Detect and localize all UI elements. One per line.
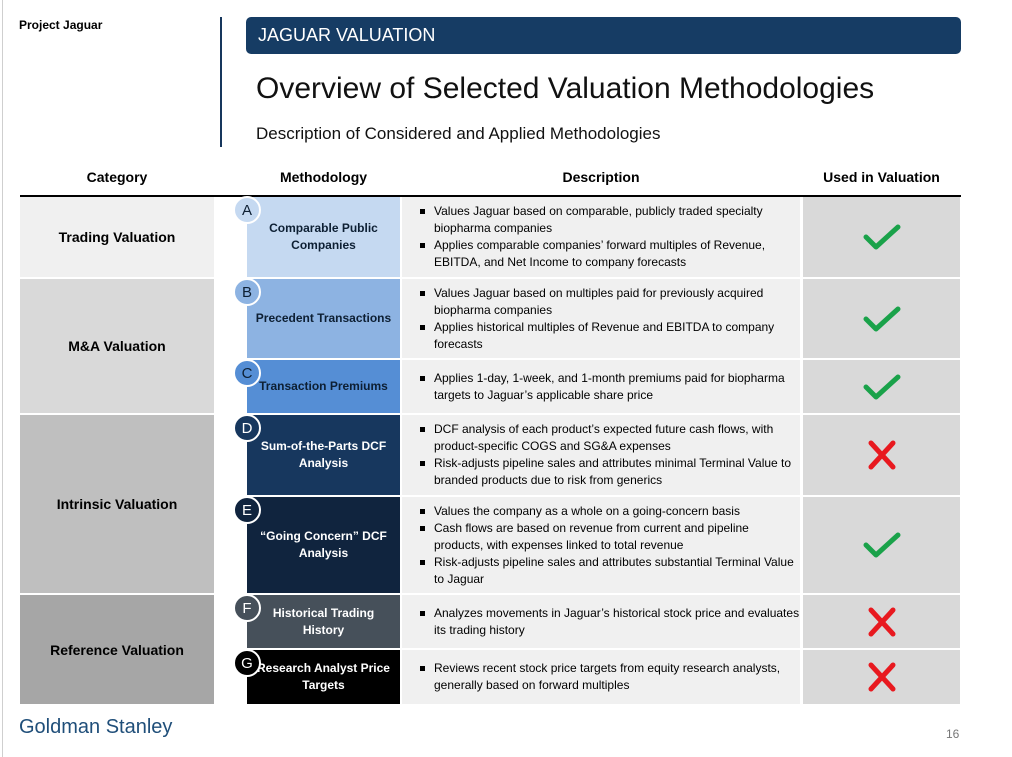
description-cell: Values Jaguar based on comparable, publi… [402,197,800,277]
column-header-category: Category [86,169,148,185]
category-cell: Reference Valuation [20,595,214,704]
description-bullet: Risk-adjusts pipeline sales and attribut… [418,455,800,489]
description-list: Applies 1-day, 1-week, and 1-month premi… [418,370,800,404]
project-label: Project Jaguar [19,18,103,32]
column-header-used: Used in Valuation [823,169,940,185]
methodology-label: Historical Trading History [272,605,375,637]
description-cell: Values Jaguar based on multiples paid fo… [402,279,800,358]
description-cell: Values the company as a whole on a going… [402,497,800,593]
methodology-letter-badge: D [233,414,261,442]
description-list: DCF analysis of each product’s expected … [418,421,800,489]
used-in-valuation-cell [803,360,960,413]
description-bullet: Cash flows are based on revenue from cur… [418,520,800,554]
cross-icon [868,440,895,470]
methodology-label: Transaction Premiums [259,379,388,393]
description-bullet: Values the company as a whole on a going… [418,503,800,520]
category-cell: Intrinsic Valuation [20,415,214,593]
page-number: 16 [946,727,960,741]
cross-icon [868,662,895,692]
category-label: Trading Valuation [58,229,176,245]
page-title: Overview of Selected Valuation Methodolo… [256,72,875,105]
used-in-valuation-cell [803,595,960,648]
methodology-label: Comparable Public Companies [269,221,378,252]
methodology-cell: C Transaction Premiums [233,359,400,413]
methodology-label: Precedent Transactions [255,311,392,325]
methodology-cell: G Research Analyst Price Targets [233,649,400,704]
category-label: Intrinsic Valuation [56,496,178,512]
category-label: Reference Valuation [50,641,184,658]
methodology-cell: F Historical Trading History [233,594,400,648]
footer-brand: Goldman Stanley [19,716,173,738]
description-list: Analyzes movements in Jaguar’s historica… [418,605,800,639]
methodology-cell: D Sum-of-the-Parts DCF Analysis [233,414,400,495]
used-in-valuation-cell [803,650,960,704]
description-bullet: Reviews recent stock price targets from … [418,660,800,694]
description-bullet: Applies comparable companies’ forward mu… [418,237,800,271]
header-divider [220,17,222,147]
description-list: Values Jaguar based on multiples paid fo… [418,285,800,353]
description-cell: Analyzes movements in Jaguar’s historica… [402,595,800,648]
methodology-cell: B Precedent Transactions [233,278,400,358]
column-header-methodology: Methodology [279,169,368,185]
description-bullet: Risk-adjusts pipeline sales and attribut… [418,554,800,588]
category-cell: M&A Valuation [20,279,214,413]
description-list: Reviews recent stock price targets from … [418,660,800,694]
methodology-letter-badge: F [233,594,261,622]
description-list: Values the company as a whole on a going… [418,503,800,588]
category-label: M&A Valuation [68,338,166,354]
description-cell: DCF analysis of each product’s expected … [402,415,800,495]
description-cell: Applies 1-day, 1-week, and 1-month premi… [402,360,800,413]
methodology-letter-badge: E [233,496,261,524]
methodology-label: Research Analyst Price Targets [257,661,390,692]
methodology-letter-badge: G [233,649,261,677]
page-subtitle: Description of Considered and Applied Me… [256,124,661,143]
column-header-description: Description [562,169,640,185]
checkmark-icon [863,306,900,331]
methodology-letter-badge: C [233,359,261,387]
section-banner: JAGUAR VALUATION [246,17,961,54]
checkmark-icon [863,374,900,399]
page-left-border [2,0,3,757]
checkmark-icon [863,224,900,250]
methodology-letter-badge: A [233,196,261,224]
used-in-valuation-cell [803,279,960,358]
description-bullet: Applies 1-day, 1-week, and 1-month premi… [418,370,800,404]
description-bullet: Values Jaguar based on comparable, publi… [418,203,800,237]
description-list: Values Jaguar based on comparable, publi… [418,203,800,271]
used-in-valuation-cell [803,197,960,277]
description-bullet: Applies historical multiples of Revenue … [418,319,800,353]
description-bullet: Analyzes movements in Jaguar’s historica… [418,605,800,639]
category-cell: Trading Valuation [20,197,214,277]
used-in-valuation-cell [803,497,960,593]
description-bullet: DCF analysis of each product’s expected … [418,421,800,455]
description-cell: Reviews recent stock price targets from … [402,650,800,704]
description-bullet: Values Jaguar based on multiples paid fo… [418,285,800,319]
methodology-label: Sum-of-the-Parts DCF Analysis [260,439,387,470]
used-in-valuation-cell [803,415,960,495]
methodology-cell: A Comparable Public Companies [233,196,400,277]
checkmark-icon [863,532,900,558]
methodology-cell: E “Going Concern” DCF Analysis [233,496,400,593]
methodology-letter-badge: B [233,278,261,306]
methodology-label: “Going Concern” DCF Analysis [260,529,387,560]
cross-icon [868,607,895,636]
